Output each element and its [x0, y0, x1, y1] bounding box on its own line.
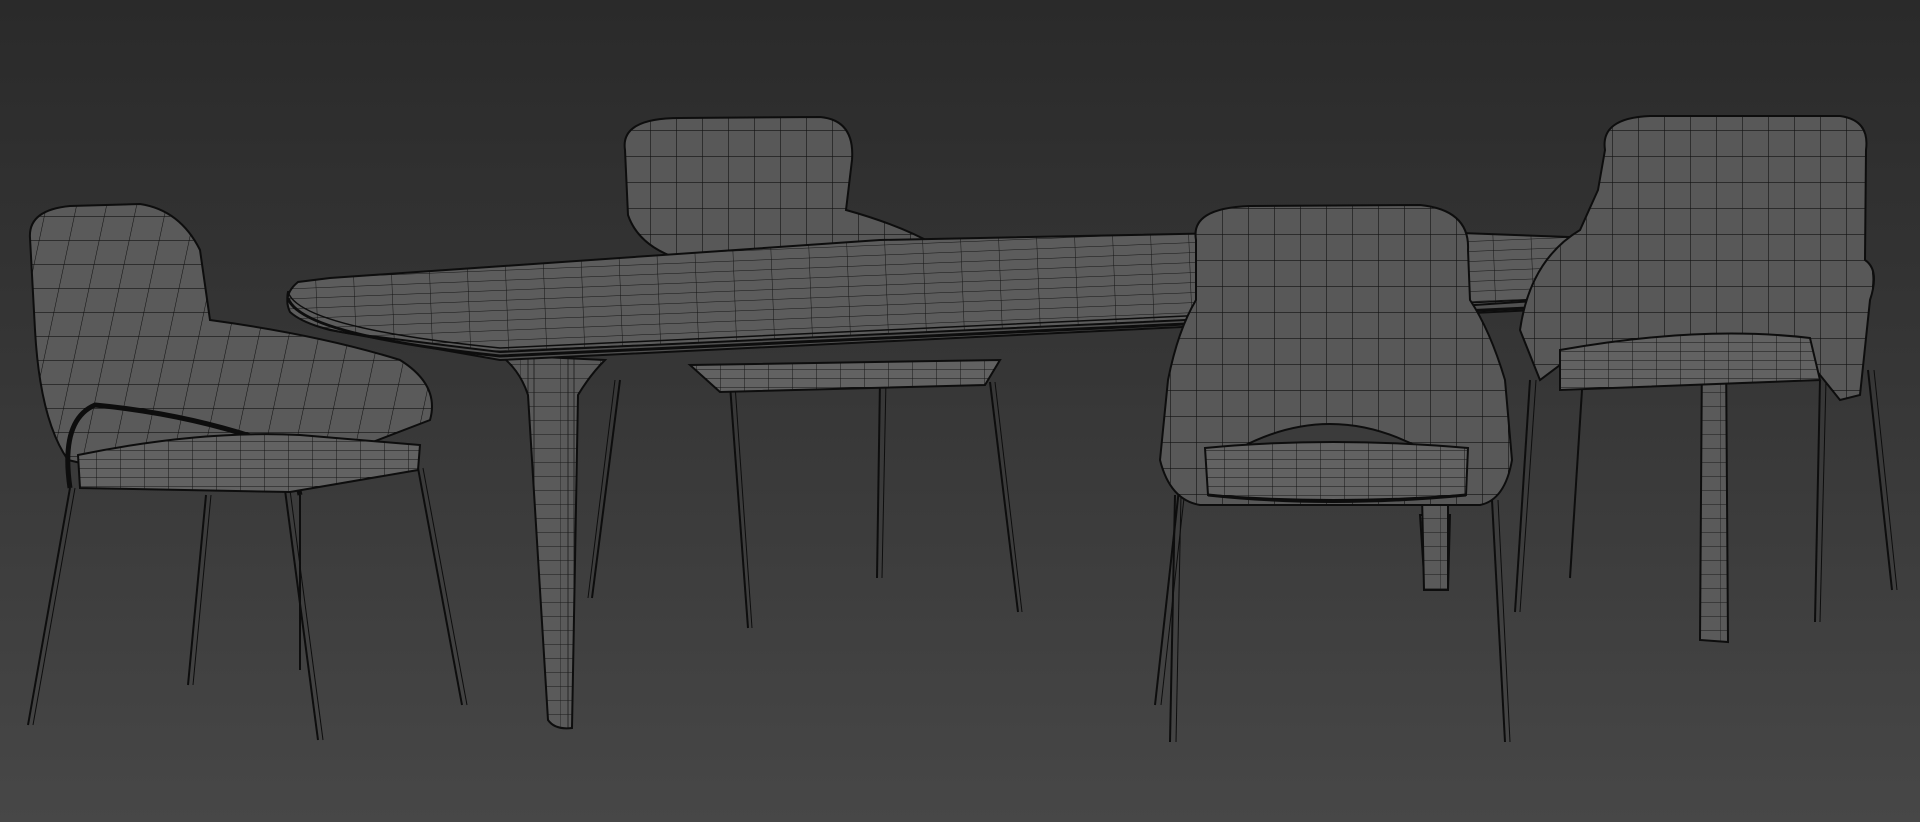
3d-viewport[interactable] [0, 0, 1920, 822]
wireframe-scene [27, 115, 1898, 743]
chair-back-center [587, 115, 1023, 629]
chair-front [1154, 203, 1514, 743]
